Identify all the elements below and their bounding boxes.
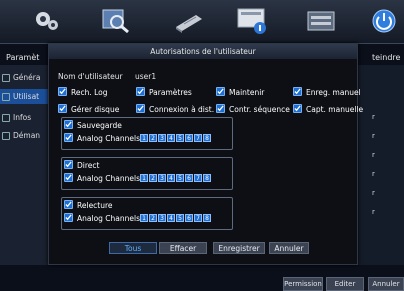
contr-sequence-checkbox[interactable] bbox=[216, 104, 225, 113]
sidebar-item-info[interactable]: Infos bbox=[0, 110, 50, 125]
rech-log-label: Rech. Log bbox=[71, 88, 108, 97]
live-analog-channels-checkbox[interactable] bbox=[64, 173, 73, 182]
channel-toggle[interactable]: 4 bbox=[167, 214, 175, 222]
sidebar-item-label: Déman bbox=[13, 131, 41, 140]
capt-manuelle-checkbox[interactable] bbox=[293, 104, 302, 113]
channel-toggle[interactable]: 8 bbox=[203, 134, 211, 142]
backup-analog-channels-label: Analog Channels bbox=[77, 134, 140, 143]
enreg-manuel-checkbox[interactable] bbox=[293, 87, 302, 96]
search-icon[interactable] bbox=[98, 6, 134, 36]
enreg-manuel-label: Enreg. manuel bbox=[306, 88, 361, 97]
channel-toggle[interactable]: 5 bbox=[176, 134, 184, 142]
channel-toggle[interactable]: 2 bbox=[149, 214, 157, 222]
info-icon bbox=[2, 113, 10, 122]
username-value: user1 bbox=[135, 72, 157, 81]
playback-title: Relecture bbox=[77, 201, 113, 210]
parametres-label: Paramètres bbox=[149, 88, 192, 97]
sidebar-item-users[interactable]: Utilisat bbox=[0, 89, 50, 104]
playback-analog-channels-checkbox[interactable] bbox=[64, 213, 73, 222]
channel-toggle[interactable]: 7 bbox=[194, 174, 202, 182]
gear-icon[interactable] bbox=[28, 6, 64, 36]
channel-toggle[interactable]: 3 bbox=[158, 134, 166, 142]
top-toolbar bbox=[0, 0, 404, 44]
network-icon[interactable] bbox=[303, 6, 339, 36]
sidebar-item-label: Utilisat bbox=[13, 92, 40, 101]
channel-toggle[interactable]: 1 bbox=[140, 214, 148, 222]
background-page-title: Paramèt bbox=[6, 53, 40, 62]
live-analog-channels-label: Analog Channels bbox=[77, 174, 140, 183]
backup-title: Sauvegarde bbox=[77, 121, 122, 130]
background-row-marker: r bbox=[372, 208, 375, 216]
channel-toggle[interactable]: 4 bbox=[167, 174, 175, 182]
background-row-marker: r bbox=[372, 151, 375, 159]
maintenir-checkbox[interactable] bbox=[216, 87, 225, 96]
channel-toggle[interactable]: 1 bbox=[140, 134, 148, 142]
select-all-button[interactable]: Tous bbox=[109, 242, 157, 254]
live-group: Direct Analog Channels 1 2 3 4 5 6 7 8 bbox=[61, 157, 233, 190]
sidebar-item-label: Généra bbox=[13, 73, 41, 82]
channel-toggle[interactable]: 6 bbox=[185, 214, 193, 222]
connexion-dist-label: Connexion à dist. bbox=[149, 105, 215, 114]
background-cancel-button[interactable]: Annuler bbox=[368, 277, 404, 291]
channel-toggle[interactable]: 4 bbox=[167, 134, 175, 142]
power-icon[interactable] bbox=[366, 6, 402, 36]
backup-group: Sauvegarde Analog Channels 1 2 3 4 5 6 7… bbox=[61, 117, 233, 150]
sidebar-item-startup[interactable]: Déman bbox=[0, 128, 50, 143]
dialog-title: Autorisations de l'utilisateur bbox=[49, 44, 357, 59]
connexion-dist-checkbox[interactable] bbox=[136, 104, 145, 113]
maintenir-label: Maintenir bbox=[229, 88, 265, 97]
user-icon bbox=[2, 92, 10, 101]
parametres-checkbox[interactable] bbox=[136, 87, 145, 96]
background-row-marker: r bbox=[372, 113, 375, 121]
channel-toggle[interactable]: 6 bbox=[185, 134, 193, 142]
gerer-disque-label: Gérer disque bbox=[71, 105, 120, 114]
save-button[interactable]: Enregistrer bbox=[213, 242, 265, 254]
live-checkbox[interactable] bbox=[64, 160, 73, 169]
channel-toggle[interactable]: 3 bbox=[158, 214, 166, 222]
channel-toggle[interactable]: 8 bbox=[203, 174, 211, 182]
background-shutdown-label: teindre bbox=[372, 53, 401, 62]
channel-toggle[interactable]: 5 bbox=[176, 214, 184, 222]
background-row-marker: r bbox=[372, 170, 375, 178]
channel-toggle[interactable]: 2 bbox=[149, 174, 157, 182]
gear-icon bbox=[2, 73, 10, 82]
channel-toggle[interactable]: 6 bbox=[185, 174, 193, 182]
cancel-button[interactable]: Annuler bbox=[269, 242, 309, 254]
playback-analog-channels-label: Analog Channels bbox=[77, 214, 140, 223]
disk-icon[interactable] bbox=[170, 6, 206, 36]
channel-toggle[interactable]: 3 bbox=[158, 174, 166, 182]
gerer-disque-checkbox[interactable] bbox=[58, 104, 67, 113]
live-title: Direct bbox=[77, 161, 100, 170]
monitor-user-icon[interactable] bbox=[234, 6, 270, 36]
rech-log-checkbox[interactable] bbox=[58, 87, 67, 96]
channel-toggle[interactable]: 7 bbox=[194, 214, 202, 222]
channel-toggle[interactable]: 7 bbox=[194, 134, 202, 142]
sidebar-item-label: Infos bbox=[13, 113, 32, 122]
backup-checkbox[interactable] bbox=[64, 120, 73, 129]
channel-toggle[interactable]: 2 bbox=[149, 134, 157, 142]
channel-toggle[interactable]: 8 bbox=[203, 214, 211, 222]
sidebar-item-general[interactable]: Généra bbox=[0, 70, 50, 85]
start-icon bbox=[2, 131, 10, 140]
clear-button[interactable]: Effacer bbox=[159, 242, 207, 254]
user-permissions-dialog: Autorisations de l'utilisateur Nom d'uti… bbox=[48, 43, 363, 265]
channel-toggle[interactable]: 5 bbox=[176, 174, 184, 182]
playback-group: Relecture Analog Channels 1 2 3 4 5 6 7 … bbox=[61, 197, 233, 230]
contr-sequence-label: Contr. séquence bbox=[229, 105, 290, 114]
edit-button[interactable]: Editer bbox=[326, 277, 364, 291]
permission-button[interactable]: Permission bbox=[283, 277, 323, 291]
background-row-marker: r bbox=[372, 132, 375, 140]
background-right-panel bbox=[354, 65, 404, 265]
capt-manuelle-label: Capt. manuelle bbox=[306, 105, 364, 114]
playback-checkbox[interactable] bbox=[64, 200, 73, 209]
channel-toggle[interactable]: 1 bbox=[140, 174, 148, 182]
backup-analog-channels-checkbox[interactable] bbox=[64, 133, 73, 142]
background-row-marker: r bbox=[372, 189, 375, 197]
username-label: Nom d'utilisateur bbox=[58, 72, 123, 81]
